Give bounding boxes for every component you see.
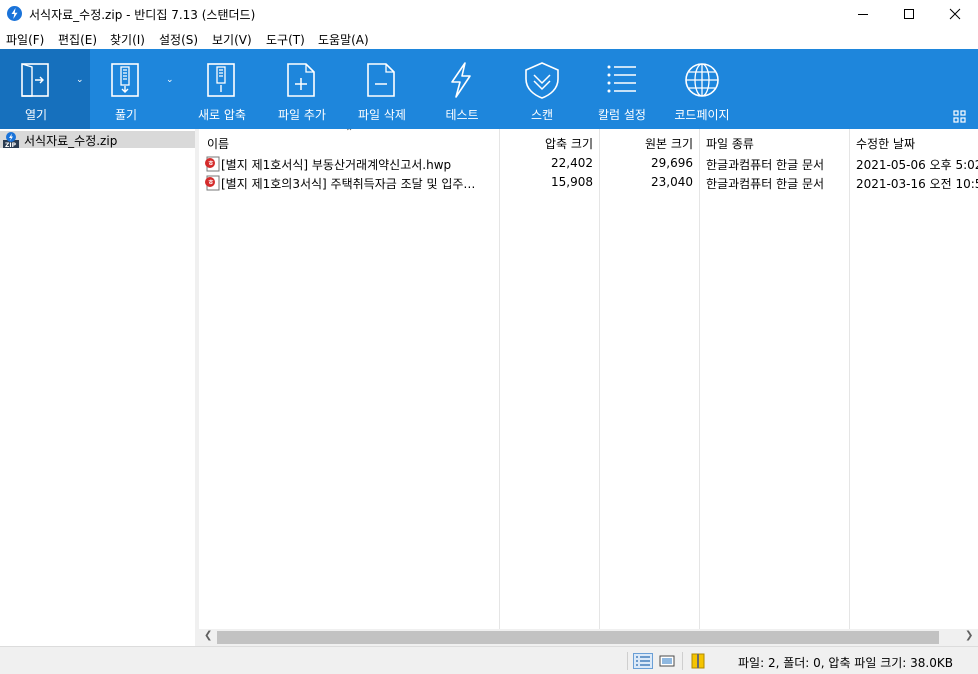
open-label: 열기 <box>24 108 48 122</box>
list-columns-icon <box>607 65 636 93</box>
delete-file-icon <box>367 63 395 97</box>
svg-text:ㅎ: ㅎ <box>208 179 214 187</box>
menu-find[interactable]: 찾기(I) <box>110 31 145 48</box>
column-header-name-label: 이름 <box>207 137 230 151</box>
globe-icon <box>685 63 719 97</box>
table-row[interactable]: ㅎ [별지 제1호서식] 부동산거래계약신고서.hwp 22,402 29,69… <box>199 154 978 173</box>
column-divider <box>849 129 850 629</box>
new-archive-button[interactable]: 새로 압축 <box>182 49 262 129</box>
file-name: [별지 제1호의3서식] 주택취득자금 조달 및 입주… <box>221 177 476 191</box>
compressed-size: 15,908 <box>551 175 593 189</box>
scan-label: 스캔 <box>530 108 554 122</box>
scroll-right-icon[interactable]: ❯ <box>965 630 973 641</box>
details-view-icon[interactable] <box>633 653 653 669</box>
delete-file-button[interactable]: 파일 삭제 <box>342 49 422 129</box>
zip-archive-icon: ZIP <box>3 132 19 148</box>
horizontal-scrollbar[interactable]: ❮ ❯ <box>199 629 978 646</box>
extract-label: 풀기 <box>114 108 138 122</box>
chevron-down-icon: ⌄ <box>76 75 84 85</box>
column-header-modified-label: 수정한 날짜 <box>856 137 916 151</box>
column-header-file-type[interactable]: 파일 종류 <box>699 129 849 154</box>
scrollbar-thumb[interactable] <box>217 631 939 644</box>
tree-item-archive-root[interactable]: ZIP 서식자료_수정.zip <box>0 131 195 148</box>
column-settings-button[interactable]: 칼럼 설정 <box>582 49 662 129</box>
tree-item-label: 서식자료_수정.zip <box>24 134 118 148</box>
column-settings-label: 칼럼 설정 <box>598 108 646 122</box>
menu-edit[interactable]: 편집(E) <box>58 31 97 48</box>
test-button[interactable]: 테스트 <box>422 49 502 129</box>
close-button[interactable] <box>932 0 978 28</box>
menu-bar: 파일(F) 편집(E) 찾기(I) 설정(S) 보기(V) 도구(T) 도움말(… <box>0 28 978 49</box>
menu-file[interactable]: 파일(F) <box>6 31 44 48</box>
column-header-modified[interactable]: 수정한 날짜 <box>849 129 978 154</box>
hwp-document-icon: ㅎ <box>205 175 220 191</box>
close-icon <box>949 8 961 20</box>
zip-file-icon[interactable] <box>690 653 706 669</box>
delete-file-label: 파일 삭제 <box>358 108 406 122</box>
menu-settings[interactable]: 설정(S) <box>159 31 198 48</box>
extract-zip-icon <box>111 63 139 97</box>
window-title: 서식자료_수정.zip - 반디집 7.13 (스탠더드) <box>29 8 256 22</box>
file-list: ⌃ 이름 압축 크기 원본 크기 파일 종류 수정한 날짜 ㅎ [별지 제1호서… <box>199 129 978 646</box>
menu-help[interactable]: 도움말(A) <box>318 31 369 48</box>
toolbar: ⌄ 열기 ⌄ 풀기 새로 압축 파일 추가 파일 삭제 테스트 스캔 칼럼 설정… <box>0 49 978 129</box>
column-header-compressed-label: 압축 크기 <box>545 137 593 151</box>
column-header-original-size[interactable]: 원본 크기 <box>599 129 699 154</box>
maximize-icon <box>904 9 914 19</box>
column-header-original-label: 원본 크기 <box>645 137 693 151</box>
open-archive-icon <box>21 63 49 97</box>
lightning-icon <box>451 62 471 98</box>
status-separator <box>627 652 628 670</box>
grid-view-icon[interactable] <box>953 110 967 124</box>
column-header-type-label: 파일 종류 <box>706 137 754 151</box>
thumbnail-view-icon[interactable] <box>659 653 675 669</box>
codepage-button[interactable]: 코드페이지 <box>662 49 742 129</box>
shield-icon <box>525 62 559 99</box>
extract-button[interactable]: ⌄ 풀기 <box>90 49 180 129</box>
codepage-label: 코드페이지 <box>674 108 730 122</box>
new-archive-icon <box>207 63 235 97</box>
menu-view[interactable]: 보기(V) <box>212 31 252 48</box>
column-header-name[interactable]: 이름 <box>199 129 499 154</box>
status-bar: 파일: 2, 폴더: 0, 압축 파일 크기: 38.0KB <box>0 646 978 674</box>
add-file-button[interactable]: 파일 추가 <box>262 49 342 129</box>
file-type: 한글과컴퓨터 한글 문서 <box>706 158 825 172</box>
maximize-button[interactable] <box>886 0 932 28</box>
table-row[interactable]: ㅎ [별지 제1호의3서식] 주택취득자금 조달 및 입주… 15,908 23… <box>199 173 978 192</box>
scroll-left-icon[interactable]: ❮ <box>204 630 212 641</box>
bandizip-app-icon[interactable] <box>7 6 22 21</box>
modified-date: 2021-03-16 오전 10:5 <box>856 177 978 191</box>
menu-tools[interactable]: 도구(T) <box>266 31 305 48</box>
modified-date: 2021-05-06 오후 5:02 <box>856 158 978 172</box>
column-divider <box>499 129 500 629</box>
svg-text:ㅎ: ㅎ <box>208 160 214 168</box>
minimize-button[interactable] <box>840 0 886 28</box>
scan-button[interactable]: 스캔 <box>502 49 582 129</box>
file-type: 한글과컴퓨터 한글 문서 <box>706 177 825 191</box>
new-archive-label: 새로 압축 <box>198 108 246 122</box>
add-file-icon <box>287 63 315 97</box>
file-name: [별지 제1호서식] 부동산거래계약신고서.hwp <box>221 158 452 172</box>
open-button[interactable]: ⌄ 열기 <box>0 49 90 129</box>
chevron-down-icon: ⌄ <box>166 75 174 85</box>
column-header-compressed-size[interactable]: 압축 크기 <box>499 129 599 154</box>
original-size: 29,696 <box>651 156 693 170</box>
add-file-label: 파일 추가 <box>278 108 326 122</box>
minimize-icon <box>858 14 868 15</box>
open-dropdown[interactable]: ⌄ <box>72 49 90 129</box>
original-size: 23,040 <box>651 175 693 189</box>
status-summary: 파일: 2, 폴더: 0, 압축 파일 크기: 38.0KB <box>738 656 953 670</box>
column-divider <box>599 129 600 629</box>
extract-dropdown[interactable]: ⌄ <box>162 49 180 129</box>
svg-text:ZIP: ZIP <box>5 142 17 148</box>
status-separator <box>682 652 683 670</box>
column-divider <box>699 129 700 629</box>
title-bar: 서식자료_수정.zip - 반디집 7.13 (스탠더드) <box>0 0 978 28</box>
test-label: 테스트 <box>445 108 479 122</box>
compressed-size: 22,402 <box>551 156 593 170</box>
hwp-document-icon: ㅎ <box>205 156 220 172</box>
folder-tree: ZIP 서식자료_수정.zip <box>0 129 195 646</box>
